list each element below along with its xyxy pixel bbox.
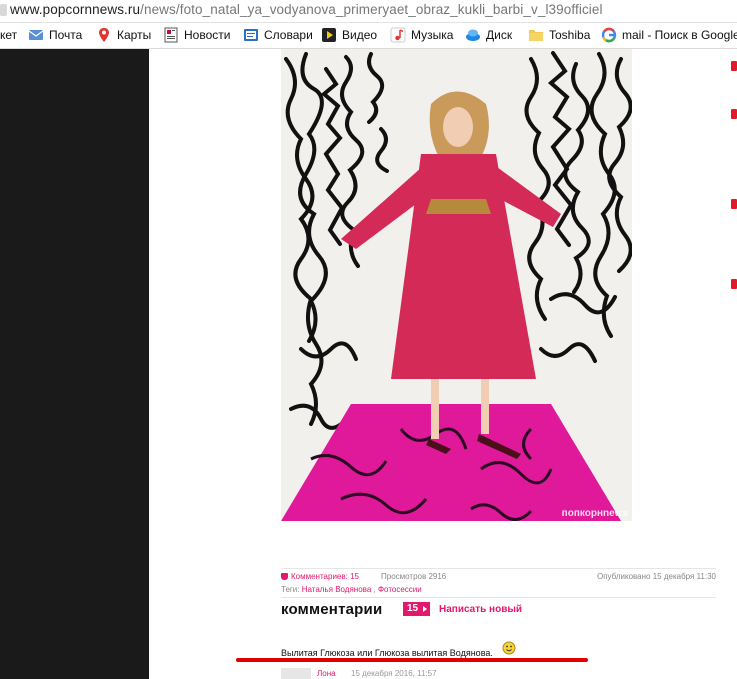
- bookmark-label: mail - Поиск в Google: [622, 28, 737, 42]
- url-host: www.popcornnews.ru: [10, 2, 141, 17]
- views-count: Просмотров 2916: [381, 572, 447, 581]
- right-sidebar-links: [731, 49, 737, 309]
- comment-author[interactable]: Лона: [317, 669, 336, 678]
- comment-cup-icon: [281, 573, 288, 580]
- divider: [281, 568, 716, 569]
- music-icon: [390, 27, 406, 43]
- bookmarks-bar: кет Почта Карты Новости Словари Видео Му…: [0, 23, 737, 49]
- smiley-icon: [502, 641, 516, 655]
- comments-title: комментарии: [281, 601, 383, 618]
- article-meta: Комментариев: 15 Просмотров 2916 Опублик…: [281, 572, 716, 584]
- comment-date: 15 декабря 2016, 11:57: [351, 669, 437, 678]
- bookmark-partial[interactable]: кет: [0, 26, 17, 44]
- tag-link[interactable]: Фотосессии: [378, 585, 422, 594]
- sidebar-link[interactable]: [731, 279, 737, 289]
- disk-icon: [465, 27, 481, 43]
- bookmark-label: Словари: [264, 28, 313, 42]
- sidebar-link[interactable]: [731, 61, 737, 71]
- bookmark-label: Диск: [486, 28, 513, 42]
- bookmark-news[interactable]: Новости: [163, 26, 230, 44]
- bookmark-dictionary[interactable]: Словари: [243, 26, 313, 44]
- comments-count-label: Комментариев: 15: [291, 572, 359, 581]
- write-new-comment-link[interactable]: Написать новый: [439, 604, 522, 615]
- map-pin-icon: [96, 27, 112, 43]
- article-photo[interactable]: попкорнnews: [281, 49, 632, 521]
- left-dark-panel: [0, 49, 149, 679]
- bookmark-label: кет: [0, 28, 18, 42]
- bookmark-toshiba[interactable]: Toshiba: [528, 26, 590, 44]
- page-icon: [0, 4, 7, 16]
- comments-badge-number: 15: [407, 603, 419, 614]
- url-path: /news/foto_natal_ya_vodyanova_primeryaet…: [140, 2, 603, 17]
- bookmark-label: Новости: [184, 28, 231, 42]
- avatar[interactable]: [281, 668, 311, 679]
- address-bar[interactable]: www.popcornnews.ru/news/foto_natal_ya_vo…: [0, 0, 737, 23]
- url-text[interactable]: www.popcornnews.ru/news/foto_natal_ya_vo…: [10, 2, 603, 17]
- tag-link[interactable]: Наталья Водянова: [302, 585, 372, 594]
- folder-icon: [528, 27, 544, 43]
- comment-text: Вылитая Глюкоза или Глюкоза вылитая Водя…: [281, 648, 493, 658]
- bookmark-google-search[interactable]: mail - Поиск в Google: [601, 26, 737, 44]
- comments-count-badge[interactable]: 15: [403, 602, 430, 616]
- divider: [281, 597, 716, 598]
- bookmark-label: Карты: [117, 28, 152, 42]
- google-icon: [601, 27, 617, 43]
- bookmark-maps[interactable]: Карты: [96, 26, 151, 44]
- news-icon: [163, 27, 179, 43]
- bookmark-label: Почта: [49, 28, 83, 42]
- bookmark-music[interactable]: Музыка: [390, 26, 453, 44]
- mail-icon: [28, 27, 44, 43]
- bookmark-disk[interactable]: Диск: [465, 26, 512, 44]
- tags-label: Теги:: [281, 585, 300, 594]
- arrow-right-icon: [423, 606, 427, 612]
- sidebar-link[interactable]: [731, 199, 737, 209]
- photo-watermark: попкорнnews: [561, 508, 628, 519]
- bookmark-label: Toshiba: [549, 28, 591, 42]
- tag-separator: ,: [371, 585, 378, 594]
- dictionary-icon: [243, 27, 259, 43]
- bookmark-video[interactable]: Видео: [321, 26, 377, 44]
- bookmark-label: Музыка: [411, 28, 454, 42]
- video-icon: [321, 27, 337, 43]
- bookmark-label: Видео: [342, 28, 378, 42]
- sidebar-link[interactable]: [731, 109, 737, 119]
- comments-count[interactable]: Комментариев: 15: [281, 572, 359, 581]
- published-date: Опубликовано 15 декабря 11:30: [596, 572, 716, 581]
- red-underline-annotation: [236, 658, 588, 662]
- fashion-photo-graphic: [281, 49, 632, 521]
- bookmark-mail[interactable]: Почта: [28, 26, 82, 44]
- article-tags: Теги: Наталья Водянова , Фотосессии: [281, 585, 422, 594]
